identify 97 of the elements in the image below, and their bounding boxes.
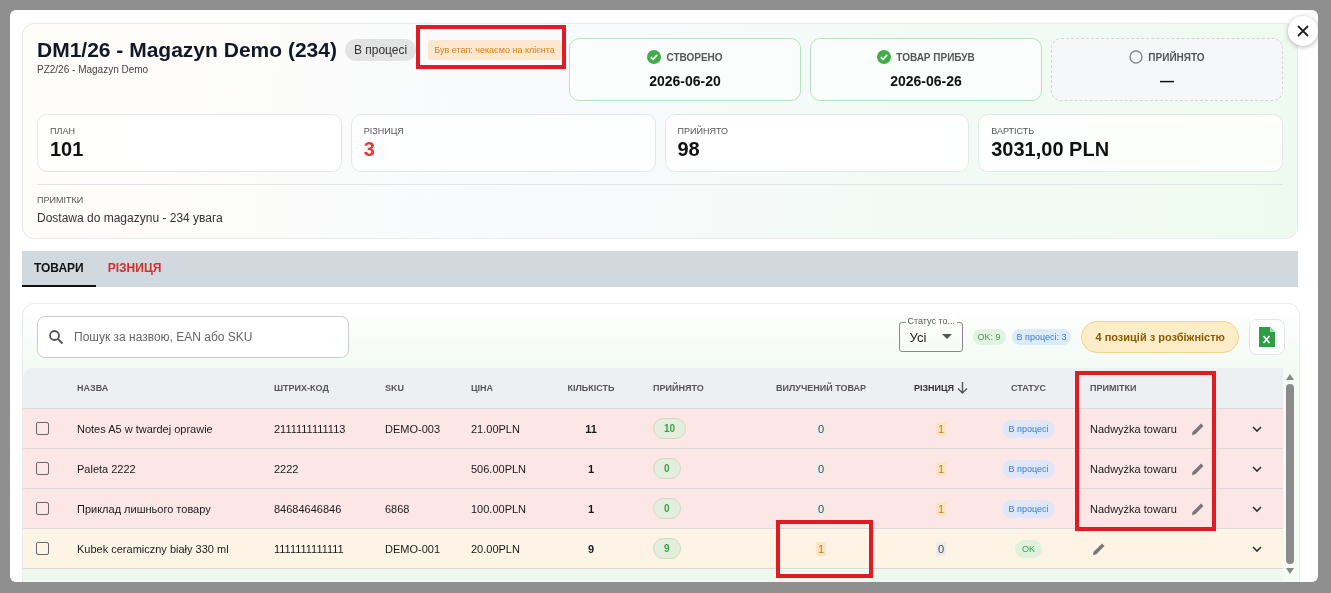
- table-cell: Приклад лишнього товару: [77, 502, 211, 515]
- caret-icon: [941, 334, 952, 340]
- stage-date: 2026-06-26: [890, 73, 962, 89]
- row-checkbox[interactable]: [35, 422, 49, 435]
- tab[interactable]: ТОВАРИ: [22, 251, 96, 287]
- table-cell: Nadwyżka towaru: [1090, 422, 1177, 435]
- stat-label: ВАРТІСТЬ: [991, 126, 1036, 136]
- stat-label: ПРИЙНЯТО: [677, 126, 729, 136]
- column-header[interactable]: ШТРИХ-КОД: [274, 383, 329, 393]
- status-chip: В процесі: [1001, 499, 1056, 518]
- column-header[interactable]: СТАТУС: [1011, 383, 1046, 393]
- pencil-icon[interactable]: [1190, 501, 1205, 516]
- chevron-down-icon[interactable]: [1251, 464, 1263, 473]
- status-badge: В процесі: [344, 39, 417, 61]
- search-input[interactable]: Пошук за назвою, EAN або SKU: [72, 329, 338, 345]
- export-button[interactable]: [1249, 319, 1285, 355]
- column-header[interactable]: НАЗВА: [77, 383, 109, 393]
- stage-label: СТВОРЕНО: [666, 51, 723, 63]
- table-cell: 1: [815, 541, 827, 556]
- notes-text: Dostawa do magazynu - 234 увага: [37, 211, 224, 225]
- close-icon: [1295, 23, 1311, 39]
- pencil-icon[interactable]: [1190, 461, 1205, 476]
- stage-note: Був етап: чекаємо на клієнта: [428, 40, 561, 60]
- progress-count-chip: В процесі: 3: [1011, 329, 1072, 345]
- chevron-down-icon[interactable]: [1251, 504, 1263, 513]
- table-cell: 1: [587, 462, 595, 475]
- scroll-up-icon[interactable]: [1286, 374, 1294, 380]
- stat-label: ПЛАН: [50, 126, 76, 136]
- table-cell: 1: [935, 461, 947, 476]
- stage-date: —: [1160, 73, 1174, 89]
- table-cell: Nadwyżka towaru: [1090, 502, 1177, 515]
- table-cell: 2222: [274, 462, 299, 475]
- pencil-icon[interactable]: [1092, 541, 1106, 556]
- order-subtitle: PZ2/26 - Magazyn Demo: [37, 64, 150, 75]
- table-cell: Notes A5 w twardej oprawie: [77, 422, 213, 435]
- stat-value: 3: [363, 138, 376, 161]
- table-cell: 84684646846: [274, 502, 342, 515]
- column-header[interactable]: ПРИМІТКИ: [1090, 383, 1137, 393]
- table-cell: 20.00PLN: [471, 542, 520, 555]
- notes-label: ПРИМІТКИ: [37, 195, 85, 205]
- stage-label: ПРИЙНЯТО: [1148, 51, 1205, 63]
- pencil-icon[interactable]: [1190, 421, 1205, 436]
- discrepancy-badge: 4 позицій з розбіжністю: [1081, 321, 1239, 353]
- check-circle-icon: [877, 50, 892, 64]
- ok-count-chip: OK: 9: [972, 329, 1006, 345]
- spreadsheet-icon: [1259, 327, 1275, 347]
- table-cell: 6868: [385, 502, 410, 515]
- column-header[interactable]: ПРИЙНЯТО: [653, 383, 704, 393]
- table-cell: 11: [585, 422, 597, 435]
- table-cell: 1: [935, 501, 947, 516]
- status-chip: В процесі: [1001, 459, 1056, 478]
- stage-label: ТОВАР ПРИБУВ: [896, 51, 975, 63]
- stat-value: 3031,00 PLN: [991, 138, 1111, 161]
- table-cell: 1: [587, 502, 595, 515]
- accepted-chip: 9: [653, 538, 681, 559]
- search-icon: [48, 329, 64, 345]
- table-cell: 0: [935, 541, 947, 556]
- status-chip: OK: [1015, 539, 1042, 558]
- stat-value: 98: [677, 138, 701, 161]
- table-cell: DEMO-003: [385, 422, 441, 435]
- row-checkbox[interactable]: [35, 462, 49, 475]
- column-header[interactable]: РІЗНИЦЯ: [913, 383, 955, 393]
- stage-date: 2026-06-20: [649, 73, 721, 89]
- table-cell: 21.00PLN: [471, 422, 520, 435]
- column-header[interactable]: КІЛЬКІСТЬ: [567, 383, 615, 393]
- stat-value: 101: [50, 138, 85, 161]
- chevron-down-icon[interactable]: [1251, 424, 1263, 433]
- table-cell: 1111111111111: [274, 542, 344, 555]
- column-header[interactable]: SKU: [385, 383, 404, 393]
- table-cell: Nadwyżka towaru: [1090, 462, 1177, 475]
- check-circle-icon: [647, 50, 662, 64]
- accepted-chip: 10: [653, 418, 687, 439]
- row-checkbox[interactable]: [35, 542, 49, 555]
- status-chip: В процесі: [1001, 419, 1056, 438]
- accepted-chip: 0: [653, 458, 681, 479]
- table-cell: 0: [815, 421, 827, 436]
- circle-icon: [1129, 50, 1144, 64]
- close-button[interactable]: [1288, 16, 1318, 46]
- column-header[interactable]: ВИЛУЧЕНИЙ ТОВАР: [776, 383, 866, 393]
- row-checkbox[interactable]: [35, 502, 49, 515]
- table-cell: 506.00PLN: [471, 462, 527, 475]
- chevron-down-icon[interactable]: [1251, 544, 1263, 553]
- scroll-down-icon[interactable]: [1286, 568, 1294, 574]
- table-cell: Paleta 2222: [77, 462, 136, 475]
- table-cell: 0: [815, 501, 827, 516]
- table-cell: 2111111111113: [274, 422, 346, 435]
- accepted-chip: 0: [653, 498, 681, 519]
- table-cell: 100.00PLN: [471, 502, 527, 515]
- table-cell: Kubek ceramiczny biały 330 ml: [77, 542, 229, 555]
- order-title: DM1/26 - Magazyn Demo (234): [37, 38, 337, 62]
- table-cell: 0: [815, 461, 827, 476]
- table-cell: DEMO-001: [385, 542, 441, 555]
- table-cell: 9: [587, 542, 595, 555]
- column-header[interactable]: ЦІНА: [471, 383, 494, 393]
- stat-label: РІЗНИЦЯ: [363, 126, 405, 136]
- search-field[interactable]: Пошук за назвою, EAN або SKU: [37, 316, 349, 358]
- table-cell: 1: [935, 421, 947, 436]
